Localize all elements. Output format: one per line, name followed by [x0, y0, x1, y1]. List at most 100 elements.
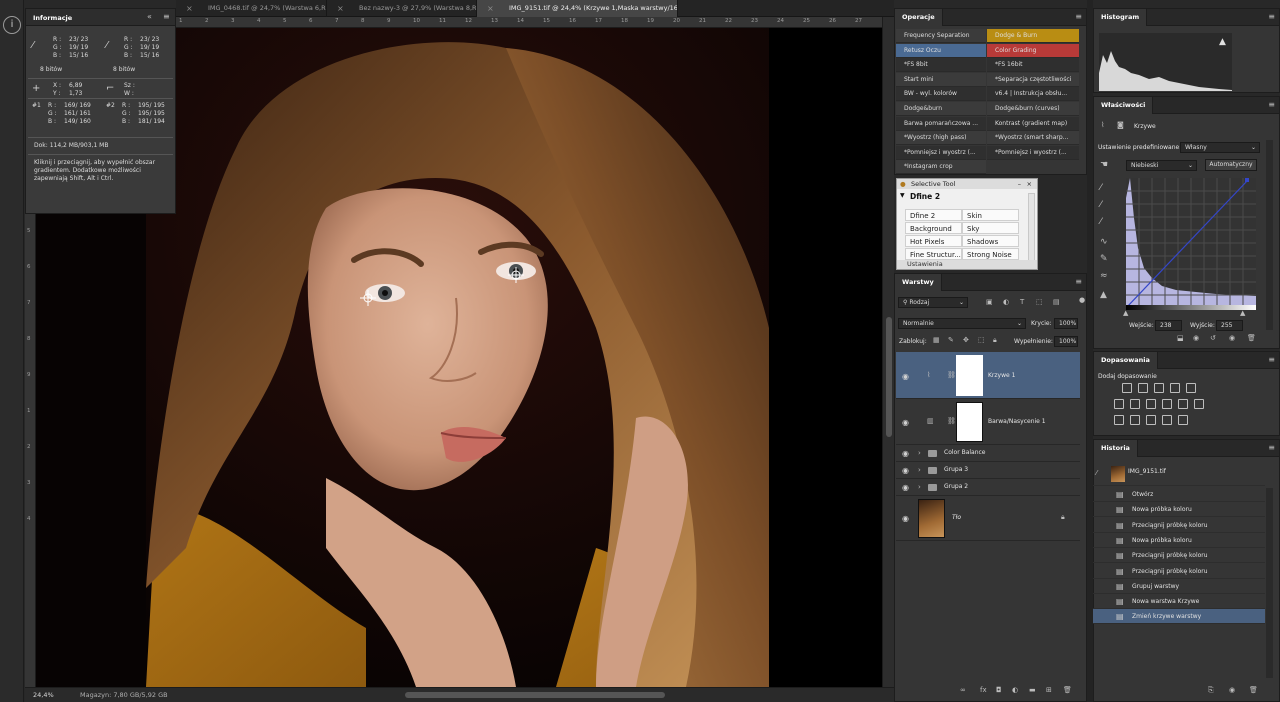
horizontal-scroll-thumb[interactable] [405, 692, 665, 698]
gradient-map-icon[interactable] [1162, 415, 1172, 425]
add-mask-icon[interactable]: ◘ [996, 686, 1002, 694]
layer-mask-thumbnail[interactable] [956, 402, 983, 442]
action-item[interactable]: Retusz Oczu [896, 43, 986, 58]
blend-mode-select[interactable]: Normalnie ⌄ [898, 318, 1026, 329]
action-item[interactable]: *Pomniejsz i wyostrz (... [987, 145, 1079, 160]
selective-settings[interactable]: Ustawienia [897, 260, 1037, 269]
action-item[interactable]: Dodge&burn [896, 102, 986, 116]
selective-color-icon[interactable] [1178, 415, 1188, 425]
info-panel-icon[interactable]: i [3, 16, 21, 34]
layer-group-grupa-3[interactable]: ◉ › Grupa 3 [896, 462, 1080, 479]
link-chain-icon[interactable]: ⛓︎ [947, 417, 956, 425]
filter-toggle-icon[interactable]: ● [1079, 296, 1085, 304]
smart-object-filter-icon[interactable]: ▤ [1053, 298, 1060, 306]
action-item[interactable]: v6.4 | Instrukcja obsłu... [987, 87, 1079, 102]
panel-menu-icon[interactable]: ≡ [1268, 355, 1275, 364]
on-image-adjust-icon[interactable]: ☚ [1100, 160, 1108, 170]
channel-select[interactable]: Niebieski ⌄ [1126, 160, 1197, 171]
threshold-icon[interactable] [1146, 415, 1156, 425]
action-item[interactable]: *FS 8bit [896, 58, 986, 73]
tab-adjustments[interactable]: Dopasowania [1094, 352, 1158, 369]
new-document-from-state-icon[interactable]: ⎘ [1208, 686, 1214, 695]
action-item[interactable]: *FS 16bit [987, 58, 1079, 73]
history-item[interactable]: ▤ Zmień krzywe warstwy [1093, 609, 1265, 625]
selective-fine-structure[interactable]: Fine Structur... [905, 248, 962, 260]
layer-name[interactable]: Grupa 2 [944, 483, 968, 490]
color-lookup-icon[interactable] [1194, 399, 1204, 409]
selective-tool-heading[interactable]: ▼ Dfine 2 [897, 189, 1037, 201]
gray-point-eyedropper-icon[interactable]: ⁄ [1100, 200, 1102, 210]
fill-input[interactable]: 100% [1054, 336, 1078, 347]
lock-transparent-icon[interactable]: ▦ [933, 336, 940, 344]
reset-icon[interactable]: ↺ [1210, 334, 1216, 342]
pencil-icon[interactable]: ✎ [1100, 254, 1108, 264]
selective-scrollbar[interactable] [1028, 193, 1035, 261]
properties-scrollbar[interactable] [1266, 140, 1273, 330]
smooth-icon[interactable]: ≈ [1100, 271, 1108, 281]
delete-icon[interactable]: 🗑︎ [1247, 334, 1256, 342]
visibility-eye-icon[interactable]: ◉ [1229, 334, 1235, 342]
visibility-eye-icon[interactable]: ◉ [902, 483, 909, 492]
curves-graph[interactable] [1126, 178, 1256, 308]
warning-triangle-icon[interactable]: ▲ [1219, 37, 1226, 47]
layer-group-grupa-2[interactable]: ◉ › Grupa 2 [896, 479, 1080, 496]
layer-thumbnail[interactable] [918, 499, 945, 538]
auto-button[interactable]: Automatyczny [1205, 159, 1257, 171]
delete-layer-icon[interactable]: 🗑︎ [1063, 686, 1072, 694]
link-chain-icon[interactable]: ⛓︎ [947, 371, 956, 379]
visibility-eye-icon[interactable]: ◉ [902, 466, 909, 475]
new-group-icon[interactable]: ▬ [1029, 686, 1036, 694]
selective-shadows[interactable]: Shadows [962, 235, 1019, 247]
output-value[interactable]: 255 [1216, 320, 1243, 331]
channel-mixer-icon[interactable] [1178, 399, 1188, 409]
shape-filter-icon[interactable]: ⬚ [1036, 298, 1043, 306]
action-item[interactable]: *Pomniejsz i wyostrz (... [896, 145, 986, 160]
tab-history[interactable]: Historia [1094, 440, 1138, 457]
curves-adjustment-icon[interactable]: ⌇ [1101, 121, 1104, 129]
color-balance-icon[interactable] [1130, 399, 1140, 409]
scroll-thumb[interactable] [886, 317, 892, 437]
layer-row-krzywe[interactable]: ◉ ⌇ ⛓︎ Krzywe 1 [896, 352, 1080, 399]
action-item[interactable]: BW - wyl. kolorów [896, 87, 986, 102]
black-white-icon[interactable] [1146, 399, 1156, 409]
history-scrollbar[interactable] [1266, 488, 1273, 678]
selective-hot-pixels[interactable]: Hot Pixels [905, 235, 962, 247]
tab-properties[interactable]: Właściwości [1094, 97, 1154, 114]
layer-row-background[interactable]: ◉ Tło 🔒︎ [896, 496, 1080, 541]
tab-actions[interactable]: Operacje [895, 9, 943, 26]
curve-point-tool-icon[interactable]: ∿ [1100, 237, 1108, 247]
history-item[interactable]: ▤ Przeciągnij próbkę koloru [1093, 564, 1265, 579]
action-item[interactable]: Color Grading [987, 43, 1079, 58]
action-item[interactable]: *Wyostrz (high pass) [896, 131, 986, 146]
doc-tab-img9151[interactable]: × IMG_9151.tif @ 24,4% (Krzywe 1,Maska wa… [477, 0, 678, 17]
close-icon[interactable]: × [1027, 179, 1032, 189]
panel-menu-icon[interactable]: ≡ [1075, 12, 1082, 21]
fx-icon[interactable]: fx [980, 686, 987, 694]
info-panel-header[interactable]: Informacje « ≡ [26, 9, 175, 26]
adjustment-filter-icon[interactable]: ◐ [1003, 298, 1009, 306]
selective-sky[interactable]: Sky [962, 222, 1019, 234]
action-item[interactable]: Kontrast (gradient map) [987, 116, 1079, 131]
history-item[interactable]: ▤ Nowa próbka koloru [1093, 502, 1265, 518]
visibility-eye-icon[interactable]: ◉ [902, 449, 909, 458]
type-filter-icon[interactable]: T [1020, 298, 1024, 306]
layer-mask-icon[interactable]: ◙ [1117, 121, 1124, 129]
history-item[interactable]: ▤ Nowa próbka koloru [1093, 533, 1265, 548]
visibility-eye-icon[interactable]: ◉ [902, 418, 909, 427]
ruler-horizontal[interactable]: 1 2 3 4 5 6 7 8 9 10 11 12 13 14 15 16 17 18 19 20 21 22 23 24 2… [176, 17, 882, 28]
levels-icon[interactable] [1138, 383, 1148, 393]
exposure-icon[interactable] [1170, 383, 1180, 393]
close-icon[interactable]: × [337, 0, 344, 17]
layer-mask-thumbnail[interactable] [956, 355, 983, 396]
selective-tool-header[interactable]: ● Selective Tool – × [897, 179, 1037, 189]
chevron-right-icon[interactable]: › [918, 483, 921, 491]
collapse-icon[interactable]: « [147, 12, 152, 21]
tab-histogram[interactable]: Histogram [1094, 9, 1148, 26]
action-item[interactable]: Dodge & Burn [987, 29, 1079, 43]
action-item[interactable]: *Instagram crop [896, 160, 986, 175]
view-previous-icon[interactable]: ◉ [1193, 334, 1199, 342]
panel-menu-icon[interactable]: ≡ [1268, 12, 1275, 21]
brightness-icon[interactable] [1122, 383, 1132, 393]
chevron-right-icon[interactable]: › [918, 466, 921, 474]
layer-name[interactable]: Barwa/Nasycenie 1 [988, 418, 1046, 425]
